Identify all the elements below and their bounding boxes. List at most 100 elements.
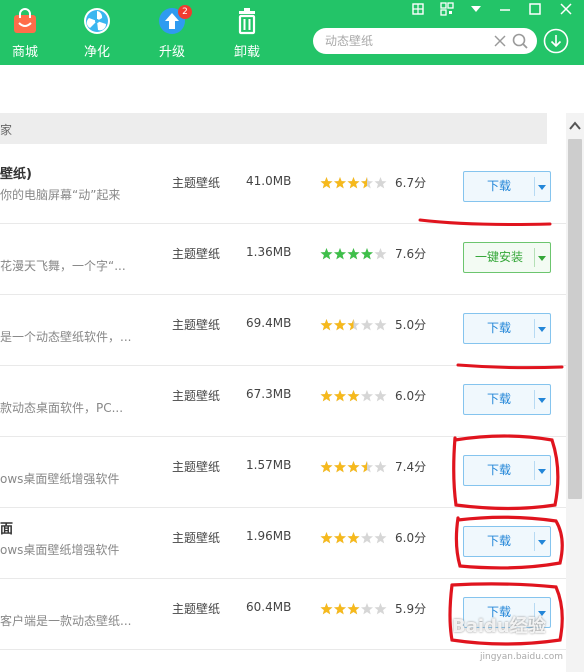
dropdown-arrow-icon[interactable] bbox=[537, 467, 547, 475]
app-size: 1.57MB bbox=[246, 458, 292, 472]
nav-item-uninstall[interactable]: 卸载 bbox=[222, 6, 272, 62]
download-button[interactable]: 下载 bbox=[463, 455, 551, 486]
qr-code-icon bbox=[440, 2, 454, 16]
qr-button[interactable] bbox=[436, 0, 458, 18]
star-icon-filled bbox=[320, 390, 333, 402]
app-size: 1.36MB bbox=[246, 245, 292, 259]
star-icon bbox=[361, 603, 373, 615]
download-button[interactable]: 下载 bbox=[463, 171, 551, 202]
close-icon bbox=[560, 3, 572, 15]
watermark-text: Baidu经验 bbox=[452, 616, 546, 637]
star-icon-filled bbox=[334, 603, 346, 615]
maximize-button[interactable] bbox=[524, 0, 546, 18]
star-icon-filled bbox=[347, 390, 360, 402]
star-icon bbox=[374, 461, 387, 473]
app-score: 7.6分 bbox=[395, 247, 427, 261]
app-score: 6.7分 bbox=[395, 176, 427, 190]
app-score: 6.0分 bbox=[395, 531, 427, 545]
app-description: 客户端是一款动态壁纸... bbox=[0, 614, 132, 628]
table-row[interactable]: 壁纸) 你的电脑屏幕“动”起来 主题壁纸 41.0MB 6.7分 下载 bbox=[0, 153, 566, 224]
table-row[interactable]: 花漫天飞舞，一个字“... 主题壁纸 1.36MB 7.6分 一键安装 bbox=[0, 224, 566, 295]
scrollbar[interactable] bbox=[566, 113, 584, 672]
download-button[interactable]: 下载 bbox=[463, 526, 551, 557]
app-size: 60.4MB bbox=[246, 600, 292, 614]
star-icon bbox=[374, 603, 387, 615]
nav-item-label: 升级 bbox=[158, 45, 185, 60]
table-row[interactable]: 面 ows桌面壁纸增强软件 主题壁纸 1.96MB 6.0分 下载 bbox=[0, 508, 566, 579]
clear-search-icon[interactable] bbox=[493, 34, 507, 48]
app-name: 面 bbox=[0, 522, 14, 537]
nav-item-upgrade[interactable]: 2 升级 bbox=[147, 5, 197, 62]
app-size: 67.3MB bbox=[246, 387, 292, 401]
dropdown-arrow-icon[interactable] bbox=[537, 183, 547, 191]
dropdown-arrow-icon[interactable] bbox=[537, 325, 547, 333]
app-size: 41.0MB bbox=[246, 174, 292, 188]
button-divider bbox=[534, 461, 535, 480]
button-divider bbox=[534, 248, 535, 267]
app-category: 主题壁纸 bbox=[172, 176, 221, 190]
star-icon-filled bbox=[347, 461, 360, 473]
star-icon-filled bbox=[334, 177, 346, 189]
app-window: 商城 净化 2 升级 卸载 动态壁纸 家 壁纸) 你的电脑屏幕“动”起来 主题壁… bbox=[0, 0, 584, 672]
menu-dropdown-button[interactable] bbox=[465, 0, 487, 18]
nav-item-label: 卸载 bbox=[233, 45, 260, 60]
star-icon bbox=[374, 177, 387, 189]
star-icon-filled bbox=[347, 177, 360, 189]
app-category: 主题壁纸 bbox=[172, 247, 221, 261]
app-score: 5.9分 bbox=[395, 602, 427, 616]
rating-stars bbox=[320, 177, 387, 189]
app-category: 主题壁纸 bbox=[172, 460, 221, 474]
nav-item-mall[interactable]: 商城 bbox=[0, 6, 50, 62]
star-icon-filled bbox=[361, 248, 373, 260]
scroll-up-icon[interactable] bbox=[566, 119, 584, 133]
skin-button[interactable] bbox=[407, 0, 429, 18]
star-icon-filled bbox=[334, 319, 346, 331]
app-score: 6.0分 bbox=[395, 389, 427, 403]
rating-stars bbox=[320, 532, 387, 544]
star-icon-filled bbox=[320, 177, 333, 189]
button-label: 下载 bbox=[486, 534, 511, 548]
star-icon bbox=[361, 532, 373, 544]
minimize-icon bbox=[500, 9, 510, 11]
section-header: 家 bbox=[0, 113, 547, 144]
app-category: 主题壁纸 bbox=[172, 318, 221, 332]
dropdown-arrow-icon[interactable] bbox=[537, 538, 547, 546]
scrollbar-thumb[interactable] bbox=[568, 139, 582, 499]
download-manager-icon[interactable] bbox=[543, 28, 569, 54]
star-icon bbox=[361, 390, 373, 402]
search-input[interactable] bbox=[325, 28, 495, 54]
star-icon-filled bbox=[347, 603, 360, 615]
caret-down-icon bbox=[471, 6, 481, 12]
star-icon-filled bbox=[347, 248, 360, 260]
app-category: 主题壁纸 bbox=[172, 531, 221, 545]
star-icon-filled bbox=[347, 532, 360, 544]
star-icon-filled bbox=[320, 319, 333, 331]
download-button[interactable]: 下载 bbox=[463, 313, 551, 344]
star-icon bbox=[374, 390, 387, 402]
button-label: 下载 bbox=[486, 463, 511, 477]
upgrade-count-badge: 2 bbox=[178, 5, 192, 19]
table-row[interactable]: ows桌面壁纸增强软件 主题壁纸 1.57MB 7.4分 下载 bbox=[0, 437, 566, 508]
star-icon-filled bbox=[320, 603, 333, 615]
app-score: 7.4分 bbox=[395, 460, 427, 474]
app-description: 花漫天飞舞，一个字“... bbox=[0, 259, 126, 273]
minimize-button[interactable] bbox=[494, 0, 516, 18]
table-row[interactable]: 是一个动态壁纸软件，... 主题壁纸 69.4MB 5.0分 下载 bbox=[0, 295, 566, 366]
section-title: 家 bbox=[0, 123, 13, 137]
close-button[interactable] bbox=[555, 0, 577, 18]
search-box bbox=[313, 28, 537, 54]
table-row[interactable]: 款动态桌面软件，PC... 主题壁纸 67.3MB 6.0分 下载 bbox=[0, 366, 566, 437]
nav-item-clean[interactable]: 净化 bbox=[72, 6, 122, 62]
app-size: 1.96MB bbox=[246, 529, 292, 543]
button-label: 下载 bbox=[486, 321, 511, 335]
rating-stars bbox=[320, 390, 387, 402]
download-button[interactable]: 下载 bbox=[463, 384, 551, 415]
button-divider bbox=[534, 390, 535, 409]
app-description: 你的电脑屏幕“动”起来 bbox=[0, 188, 121, 202]
dropdown-arrow-icon[interactable] bbox=[537, 396, 547, 404]
nav-item-label: 商城 bbox=[11, 45, 38, 60]
install-button[interactable]: 一键安装 bbox=[463, 242, 551, 273]
search-icon[interactable] bbox=[511, 32, 529, 50]
dropdown-arrow-icon[interactable] bbox=[537, 254, 547, 262]
star-icon bbox=[374, 248, 387, 260]
